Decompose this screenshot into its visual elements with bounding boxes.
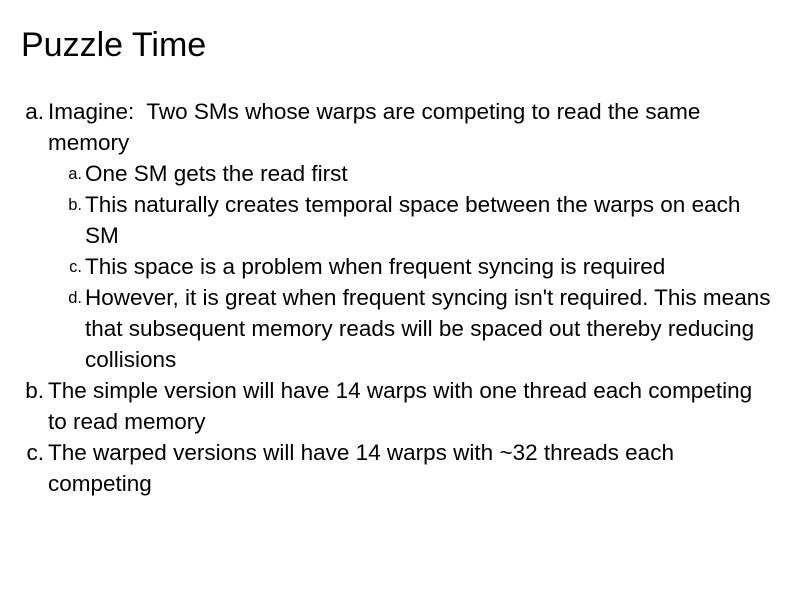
outline-item: a. Imagine: Two SMs whose warps are compe… xyxy=(0,96,800,158)
outline-item-marker: a. xyxy=(68,165,82,183)
outline-item: d. However, it is great when frequent syn… xyxy=(0,282,800,375)
outline-item: a. One SM gets the read first xyxy=(0,158,800,189)
outline-item-text: This naturally creates temporal space be… xyxy=(85,192,747,248)
outline-item-marker: a. xyxy=(25,99,44,124)
outline-item-text: Imagine: Two SMs whose warps are competi… xyxy=(48,99,707,155)
outline-item-text: The simple version will have 14 warps wi… xyxy=(48,378,759,434)
outline-body: a. Imagine: Two SMs whose warps are compe… xyxy=(0,96,800,499)
outline-item: c. The warped versions will have 14 warps… xyxy=(0,437,800,499)
page-title: Puzzle Time xyxy=(21,26,207,64)
outline-item-marker: c. xyxy=(26,440,44,465)
outline-item-text: This space is a problem when frequent sy… xyxy=(85,254,666,279)
outline-item: c. This space is a problem when frequent … xyxy=(0,251,800,282)
outline-item-marker: b. xyxy=(68,196,82,214)
outline-item-marker: c. xyxy=(69,258,82,276)
outline-item-marker: b. xyxy=(25,378,44,403)
outline-item: b. The simple version will have 14 warps … xyxy=(0,375,800,437)
outline-item-marker: d. xyxy=(68,289,82,307)
outline-item-text: The warped versions will have 14 warps w… xyxy=(48,440,681,496)
outline-item: b. This naturally creates temporal space … xyxy=(0,189,800,251)
outline-item-text: However, it is great when frequent synci… xyxy=(85,285,777,372)
outline-item-text: One SM gets the read first xyxy=(85,161,348,186)
slide: Puzzle Time a. Imagine: Two SMs whose war… xyxy=(0,0,800,600)
